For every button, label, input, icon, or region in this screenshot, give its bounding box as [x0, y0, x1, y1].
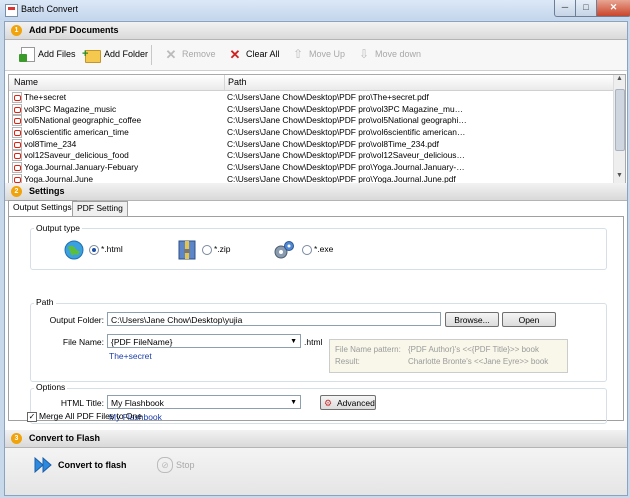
title-bar: Batch Convert ─ □ ✕ [0, 0, 630, 20]
pdf-file-icon [12, 115, 22, 127]
file-extension: .html [304, 337, 323, 347]
list-item[interactable]: Yoga.Journal.January-Febuary C:\Users\Jan… [9, 161, 614, 174]
batch-convert-window: Batch Convert ─ □ ✕ 1 Add PDF Documents … [0, 0, 630, 498]
file-list-scrollbar[interactable]: ▲ ▼ [613, 75, 625, 183]
advanced-button[interactable]: ⚙ Advanced [320, 395, 376, 410]
close-button[interactable]: ✕ [596, 0, 630, 17]
pdf-file-icon [12, 103, 22, 115]
radio-zip[interactable] [202, 245, 212, 255]
list-item[interactable]: vol12Saveur_delicious_food C:\Users\Jane … [9, 149, 614, 162]
arrow-up-icon: ⇧ [292, 47, 304, 61]
output-type-title: Output type [34, 223, 82, 233]
settings-icon: ⚙ [324, 398, 333, 408]
section-title: Add PDF Documents [29, 25, 119, 35]
clear-all-icon: ✕ [229, 47, 241, 62]
arrow-down-icon: ⇩ [358, 47, 370, 61]
scroll-up-icon[interactable]: ▲ [614, 75, 625, 86]
pdf-file-icon [12, 150, 22, 162]
list-item[interactable]: vol3PC Magazine_music C:\Users\Jane Chow\… [9, 103, 614, 115]
file-name-preview: The+secret [109, 351, 152, 361]
output-settings-panel: Output type *.html *.zip *.exe Path Outp… [8, 216, 624, 424]
file-list[interactable]: Name Path The+secret C:\Users\Jane Chow\D… [8, 74, 626, 184]
pdf-file-icon [12, 127, 22, 139]
column-divider [224, 75, 225, 90]
merge-checkbox[interactable]: ✓ [27, 412, 37, 422]
scroll-thumb[interactable] [615, 89, 625, 151]
file-list-header: Name Path [9, 75, 614, 91]
radio-html[interactable] [89, 245, 99, 255]
options-title: Options [34, 382, 68, 392]
action-bar: Convert to flash ⊘ Stop [5, 448, 627, 495]
pdf-file-icon [12, 162, 22, 174]
output-folder-input[interactable]: C:\Users\Jane Chow\Desktop\yujia [107, 312, 441, 326]
remove-icon: ✕ [165, 47, 177, 62]
pdf-file-icon [12, 92, 22, 103]
step-number-icon: 2 [11, 186, 22, 197]
output-folder-label: Output Folder: [49, 315, 104, 325]
app-icon [5, 4, 18, 17]
radio-zip-label[interactable]: *.zip [214, 244, 231, 254]
file-name-label: File Name: [62, 337, 104, 347]
zip-archive-icon [178, 240, 196, 260]
section-add-pdf-header: 1 Add PDF Documents [5, 22, 627, 40]
globe-icon [64, 240, 84, 260]
list-item[interactable]: vol5National geographic_coffee C:\Users\J… [9, 114, 614, 127]
client-area: 1 Add PDF Documents Add Files Add Folder… [4, 21, 628, 496]
add-folder-icon [82, 48, 101, 63]
chevron-down-icon: ▼ [290, 399, 297, 406]
file-list-rows: The+secret C:\Users\Jane Chow\Desktop\PDF… [9, 91, 614, 183]
gears-exe-icon [274, 241, 294, 259]
fast-forward-icon [34, 457, 52, 473]
open-button[interactable]: Open [502, 312, 556, 327]
file-toolbar: Add Files Add Folder ✕ Remove ✕ Clear Al… [5, 40, 627, 71]
column-header-name[interactable]: Name [14, 77, 38, 87]
chevron-down-icon: ▼ [290, 338, 297, 345]
file-name-dropdown[interactable]: {PDF FileName} ▼ [107, 334, 301, 348]
html-title-label: HTML Title: [60, 398, 104, 408]
list-item[interactable]: vol8Time_234 C:\Users\Jane Chow\Desktop\P… [9, 138, 614, 150]
window-title: Batch Convert [21, 4, 79, 14]
html-title-dropdown[interactable]: My Flashbook ▼ [107, 395, 301, 409]
radio-exe[interactable] [302, 245, 312, 255]
add-file-icon [19, 47, 35, 62]
list-item[interactable]: The+secret C:\Users\Jane Chow\Desktop\PDF… [9, 91, 614, 103]
toolbar-divider [151, 45, 152, 65]
minimize-button[interactable]: ─ [554, 0, 576, 17]
section-settings-header: 2 Settings [5, 183, 627, 201]
tab-output-settings[interactable]: Output Settings [8, 200, 77, 217]
section-title: Settings [29, 186, 65, 196]
tab-pdf-setting[interactable]: PDF Setting [72, 201, 128, 217]
merge-label[interactable]: Merge All PDF Files to One [39, 411, 142, 421]
radio-html-label[interactable]: *.html [101, 244, 123, 254]
step-number-icon: 3 [11, 433, 22, 444]
maximize-button[interactable]: □ [575, 0, 597, 17]
radio-exe-label[interactable]: *.exe [314, 244, 333, 254]
browse-button[interactable]: Browse... [445, 312, 499, 327]
column-header-path[interactable]: Path [228, 77, 247, 87]
scroll-down-icon[interactable]: ▼ [614, 172, 625, 183]
file-name-pattern-hint: File Name pattern: {PDF Author}'s <<{PDF… [329, 339, 568, 373]
stop-icon: ⊘ [157, 457, 173, 473]
pdf-file-icon [12, 138, 22, 150]
list-item[interactable]: vol6scientific american_time C:\Users\Jan… [9, 126, 614, 139]
section-convert-header: 3 Convert to Flash [5, 430, 627, 448]
section-title: Convert to Flash [29, 433, 101, 443]
step-number-icon: 1 [11, 25, 22, 36]
path-title: Path [34, 297, 56, 307]
